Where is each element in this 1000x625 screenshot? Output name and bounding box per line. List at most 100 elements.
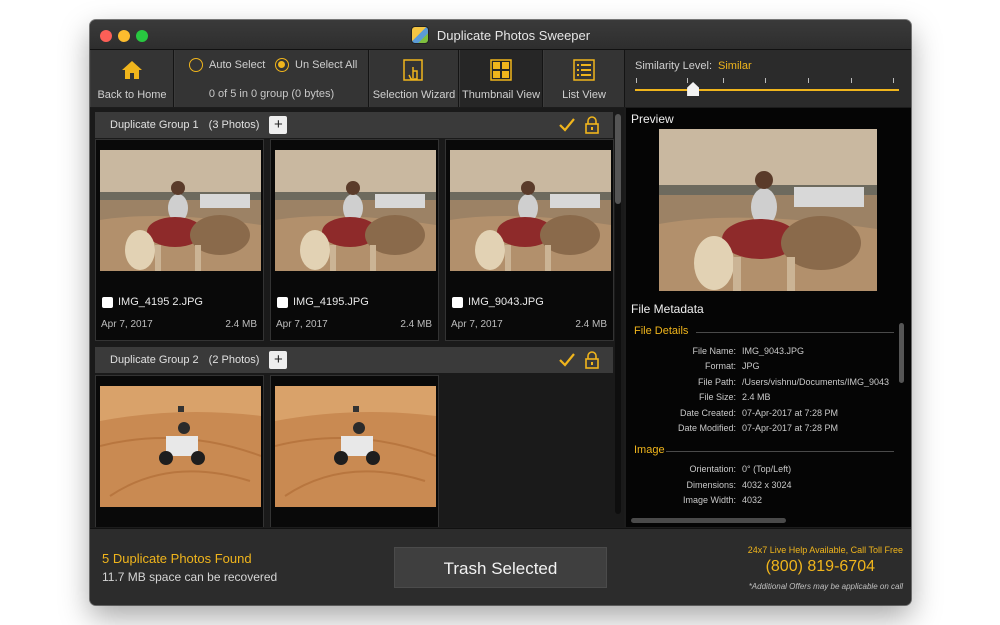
trash-selected-button[interactable]: Trash Selected <box>394 547 607 588</box>
photo-card[interactable]: IMG_4195.JPG Apr 7, 2017 2.4 MB <box>270 139 439 341</box>
desert-camel-photo <box>100 150 261 271</box>
section-divider <box>666 451 894 452</box>
photo-checkbox[interactable] <box>102 297 113 308</box>
meta-value: JPG <box>742 361 760 371</box>
meta-value: 2.4 MB <box>742 392 771 402</box>
similarity-label: Similarity Level: Similar <box>635 60 752 72</box>
meta-row: Date Created: 07-Apr-2017 at 7:28 PM <box>626 408 896 422</box>
results-panel: Duplicate Group 1 (3 Photos) + IMG_4195 … <box>90 108 624 527</box>
similarity-slider-thumb[interactable] <box>687 82 700 96</box>
photo-checkbox[interactable] <box>452 297 463 308</box>
meta-row: Orientation: 0° (Top/Left) <box>626 464 896 478</box>
similarity-level-text: Similarity Level: <box>635 60 713 72</box>
list-icon <box>573 59 595 81</box>
unselect-all-label: Un Select All <box>295 59 358 71</box>
desert-camel-photo <box>659 129 877 291</box>
group-count: (3 Photos) <box>208 119 260 131</box>
meta-value: 4032 <box>742 495 763 505</box>
expand-group-button[interactable]: + <box>269 351 288 369</box>
window-title: Duplicate Photos Sweeper <box>436 27 591 43</box>
support-phone-number[interactable]: (800) 819-6704 <box>766 558 875 576</box>
results-scrollbar-thumb[interactable] <box>615 114 621 204</box>
space-recoverable-text: 11.7 MB space can be recovered <box>102 570 278 584</box>
selection-wizard-label: Selection Wizard <box>372 89 456 101</box>
slider-tick <box>687 78 688 83</box>
thumbnail-view-label: Thumbnail View <box>461 89 541 101</box>
selection-wizard-button[interactable]: Selection Wizard <box>369 50 459 107</box>
photo-size: 2.4 MB <box>575 319 607 330</box>
section-divider <box>696 332 894 333</box>
duplicates-found-text: 5 Duplicate Photos Found <box>102 551 252 566</box>
lock-icon[interactable] <box>585 351 599 369</box>
meta-key: Dimensions: <box>686 480 736 490</box>
back-to-home-label: Back to Home <box>97 89 167 101</box>
photo-card[interactable] <box>95 375 264 527</box>
preview-panel: Preview File Metadata File Details File … <box>626 108 911 527</box>
unselect-all-radio-circle <box>275 58 289 72</box>
similarity-slider[interactable] <box>635 89 899 91</box>
title-wrap: Duplicate Photos Sweeper <box>90 20 911 50</box>
photo-thumbnail <box>450 150 611 271</box>
photo-date: Apr 7, 2017 <box>101 319 153 330</box>
meta-value: /Users/vishnu/Documents/IMG_9043 <box>742 377 890 387</box>
live-help-text: 24x7 Live Help Available, Call Toll Free <box>747 545 903 555</box>
photo-filename: IMG_9043.JPG <box>468 296 544 308</box>
app-window: Duplicate Photos Sweeper Back to Home Au… <box>90 20 911 605</box>
meta-key: Orientation: <box>689 464 736 474</box>
photo-thumbnail <box>100 150 261 271</box>
meta-value: 07-Apr-2017 at 7:28 PM <box>742 423 839 433</box>
meta-key: Format: <box>704 361 736 371</box>
metadata-horizontal-scrollbar[interactable] <box>631 518 786 523</box>
photo-card[interactable]: IMG_4195 2.JPG Apr 7, 2017 2.4 MB <box>95 139 264 341</box>
lock-icon[interactable] <box>585 116 599 134</box>
thumbnail-view-button[interactable]: Thumbnail View <box>459 50 543 107</box>
desert-atv-photo <box>100 386 261 507</box>
photo-thumbnail <box>100 386 261 507</box>
desert-camel-photo <box>275 150 436 271</box>
meta-value: 07-Apr-2017 at 7:28 PM <box>742 408 839 418</box>
selection-status: 0 of 5 in 0 group (0 bytes) <box>208 88 335 100</box>
photo-card[interactable] <box>270 375 439 527</box>
desert-atv-photo <box>275 386 436 507</box>
grid-icon <box>490 59 512 81</box>
results-scrollbar[interactable] <box>615 114 621 514</box>
meta-key: File Size: <box>698 392 736 402</box>
title-bar: Duplicate Photos Sweeper <box>90 20 911 50</box>
check-icon[interactable] <box>559 353 575 367</box>
group-count: (2 Photos) <box>208 354 260 366</box>
file-details-heading: File Details <box>634 325 689 337</box>
group-actions <box>559 116 599 134</box>
auto-select-radio[interactable]: Auto Select <box>189 58 265 72</box>
unselect-all-radio[interactable]: Un Select All <box>275 58 357 72</box>
group-actions <box>559 351 599 369</box>
home-icon <box>122 61 142 79</box>
metadata-vertical-scrollbar[interactable] <box>899 323 904 383</box>
meta-value: 4032 x 3024 <box>742 480 792 490</box>
selection-controls: Auto Select Un Select All 0 of 5 in 0 gr… <box>174 50 369 107</box>
photo-size: 2.4 MB <box>400 319 432 330</box>
expand-group-button[interactable]: + <box>269 116 288 134</box>
check-icon[interactable] <box>559 118 575 132</box>
photo-checkbox[interactable] <box>277 297 288 308</box>
list-view-button[interactable]: List View <box>543 50 625 107</box>
meta-key: Date Created: <box>679 408 736 418</box>
preview-title: Preview <box>631 112 674 126</box>
back-to-home-button[interactable]: Back to Home <box>90 50 174 107</box>
meta-key: File Name: <box>692 346 736 356</box>
list-view-label: List View <box>562 89 606 101</box>
meta-value: 0° (Top/Left) <box>742 464 792 474</box>
meta-row: Date Modified: 07-Apr-2017 at 7:28 PM <box>626 423 896 437</box>
meta-row: File Name: IMG_9043.JPG <box>626 346 896 360</box>
photo-card[interactable]: IMG_9043.JPG Apr 7, 2017 2.4 MB <box>445 139 614 341</box>
group-header: Duplicate Group 1 (3 Photos) + <box>95 112 613 138</box>
similarity-control: Similarity Level: Similar <box>625 50 911 107</box>
offers-note: *Additional Offers may be applicable on … <box>748 582 903 591</box>
app-logo-icon <box>410 26 429 44</box>
desert-camel-photo <box>450 150 611 271</box>
slider-tick <box>851 78 852 83</box>
photo-date: Apr 7, 2017 <box>451 319 503 330</box>
group-header: Duplicate Group 2 (2 Photos) + <box>95 347 613 373</box>
meta-row: Image Width: 4032 <box>626 495 896 509</box>
preview-image <box>659 129 877 291</box>
meta-key: Date Modified: <box>677 423 736 433</box>
